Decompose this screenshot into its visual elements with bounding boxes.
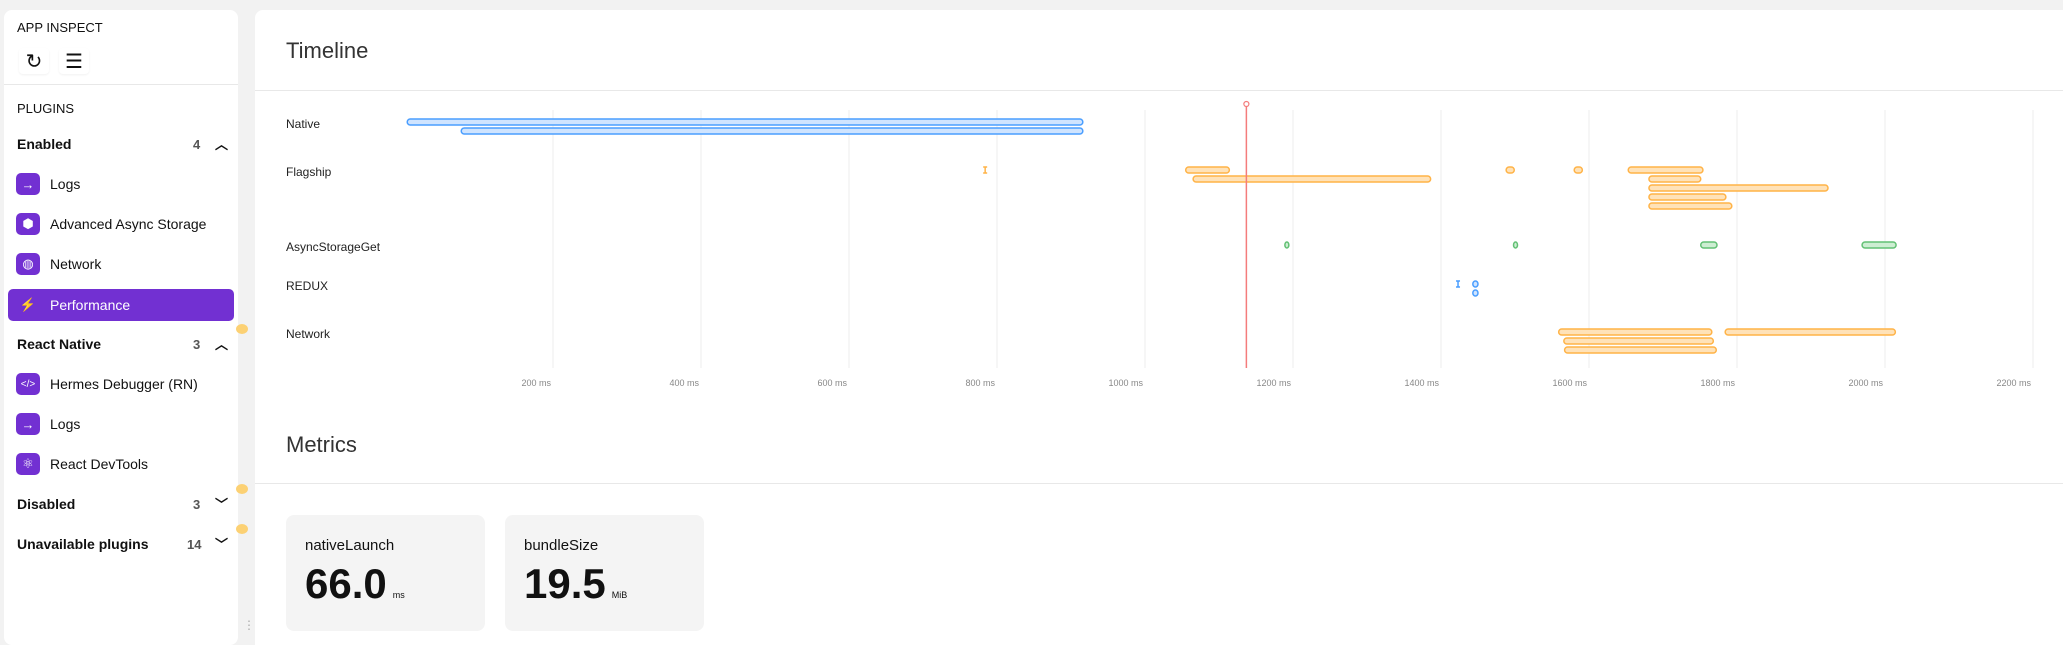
tick-label: 2200 ms bbox=[1996, 378, 2031, 388]
metric-card-bundle-size: bundleSize 19.5 MiB bbox=[505, 515, 704, 631]
lightning-icon: ⚡ bbox=[19, 297, 37, 312]
atom-icon: ⚛ bbox=[16, 453, 40, 475]
sidebar-item-hermes-debugger[interactable]: </> Hermes Debugger (RN) bbox=[8, 369, 234, 399]
tick-label: 200 ms bbox=[521, 378, 551, 388]
sidebar-item-logs[interactable]: → Logs bbox=[8, 169, 234, 199]
chevron-up-icon: ︿ bbox=[215, 337, 229, 352]
tick-label: 400 ms bbox=[669, 378, 699, 388]
span-bar bbox=[1573, 166, 1584, 174]
tick-label: 1600 ms bbox=[1552, 378, 1587, 388]
group-label: Unavailable plugins bbox=[17, 536, 149, 552]
span-bar bbox=[1861, 241, 1897, 249]
sidebar-item-label: Network bbox=[50, 256, 102, 272]
span-bar bbox=[1472, 280, 1479, 288]
span-bar bbox=[1699, 241, 1718, 249]
chevron-down-icon: ﹀ bbox=[215, 497, 229, 512]
sidebar-item-network[interactable]: ◍ Network bbox=[8, 249, 234, 279]
sidebar-item-react-devtools[interactable]: ⚛ React DevTools bbox=[8, 449, 234, 479]
metric-value: 66.0 ms bbox=[305, 560, 405, 608]
tick-label: 1000 ms bbox=[1108, 378, 1143, 388]
instant-marker bbox=[983, 166, 988, 174]
arrow-right-icon: → bbox=[16, 413, 40, 435]
chevron-up-icon: ︿ bbox=[215, 137, 229, 152]
current-time-handle bbox=[1243, 100, 1250, 108]
span-bar bbox=[1192, 175, 1432, 183]
span-bar bbox=[1563, 337, 1715, 345]
tick-label: 1200 ms bbox=[1256, 378, 1291, 388]
arrow-right-icon: → bbox=[16, 173, 40, 195]
refresh-icon: ↻ bbox=[25, 50, 43, 73]
group-count: 3 bbox=[193, 337, 201, 352]
tick-label: 1400 ms bbox=[1404, 378, 1439, 388]
span-bar bbox=[406, 118, 1084, 126]
metrics-divider bbox=[255, 483, 2063, 484]
globe-icon: ◍ bbox=[16, 253, 40, 275]
box-icon: ⬢ bbox=[16, 213, 40, 235]
group-label: Enabled bbox=[17, 136, 72, 152]
span-bar bbox=[1724, 328, 1897, 336]
group-label: Disabled bbox=[17, 496, 76, 512]
sidebar-item-performance[interactable]: ⚡ Performance bbox=[8, 289, 234, 321]
refresh-button[interactable]: ↻ bbox=[19, 48, 49, 74]
metric-number: 19.5 bbox=[524, 560, 606, 607]
span-bar bbox=[1563, 346, 1718, 354]
tick-label: 800 ms bbox=[965, 378, 995, 388]
tick-label: 2000 ms bbox=[1848, 378, 1883, 388]
span-bar bbox=[1512, 241, 1519, 249]
group-label: React Native bbox=[17, 336, 102, 352]
sidebar-item-label: Performance bbox=[50, 297, 131, 313]
app-inspect-title: APP INSPECT bbox=[17, 20, 103, 35]
tick-label: 600 ms bbox=[817, 378, 847, 388]
chevron-down-icon: ﹀ bbox=[215, 537, 229, 552]
sidebar: APP INSPECT ↻ ☰ PLUGINS Enabled 4 ︿ → Log… bbox=[4, 10, 248, 645]
notification-dot bbox=[236, 484, 248, 494]
resize-handle[interactable]: ⋮ bbox=[243, 618, 255, 632]
metric-value: 19.5 MiB bbox=[524, 560, 627, 608]
instant-marker bbox=[1456, 280, 1461, 288]
metric-name: bundleSize bbox=[524, 537, 599, 554]
code-icon: </> bbox=[16, 373, 40, 395]
sidebar-item-label: React DevTools bbox=[50, 456, 149, 472]
main-panel: Timeline Native Flagship AsyncStorageGet… bbox=[255, 10, 2063, 645]
metric-unit: MiB bbox=[611, 590, 628, 600]
metric-name: nativeLaunch bbox=[305, 537, 395, 554]
sidebar-divider bbox=[4, 84, 238, 85]
menu-icon: ☰ bbox=[65, 50, 83, 73]
group-count: 14 bbox=[187, 537, 202, 552]
span-bar bbox=[1505, 166, 1516, 174]
span-bar bbox=[1557, 328, 1713, 336]
span-bar bbox=[1472, 289, 1479, 297]
tick-label: 1800 ms bbox=[1700, 378, 1735, 388]
sidebar-item-label: Logs bbox=[50, 416, 81, 432]
sidebar-item-label: Advanced Async Storage bbox=[50, 216, 207, 232]
menu-button[interactable]: ☰ bbox=[59, 48, 89, 74]
group-react-native[interactable]: React Native 3 ︿ bbox=[17, 324, 248, 356]
sidebar-item-logs-rn[interactable]: → Logs bbox=[8, 409, 234, 439]
plugins-label: PLUGINS bbox=[17, 101, 75, 116]
sidebar-item-advanced-async-storage[interactable]: ⬢ Advanced Async Storage bbox=[8, 209, 234, 239]
span-bar bbox=[1284, 241, 1290, 249]
span-bar bbox=[1627, 166, 1704, 174]
metrics-title: Metrics bbox=[286, 432, 357, 457]
span-bar bbox=[1648, 193, 1727, 201]
metric-unit: ms bbox=[392, 590, 405, 600]
sidebar-item-label: Hermes Debugger (RN) bbox=[50, 376, 198, 392]
group-enabled[interactable]: Enabled 4 ︿ bbox=[17, 136, 232, 156]
timeline-chart[interactable]: 200 ms 400 ms 600 ms 800 ms 1000 ms 1200 ms 14… bbox=[255, 10, 2063, 410]
group-unavailable-plugins[interactable]: Unavailable plugins 14 ﹀ bbox=[17, 524, 248, 556]
span-bar bbox=[1648, 202, 1733, 210]
group-count: 3 bbox=[193, 497, 201, 512]
metric-number: 66.0 bbox=[305, 560, 387, 607]
group-disabled[interactable]: Disabled 3 ﹀ bbox=[17, 484, 248, 516]
span-bar bbox=[1648, 175, 1702, 183]
sidebar-item-label: Logs bbox=[50, 176, 81, 192]
notification-dot bbox=[236, 524, 248, 534]
notification-dot bbox=[236, 324, 248, 334]
metric-card-native-launch: nativeLaunch 66.0 ms bbox=[286, 515, 485, 631]
span-bar bbox=[460, 127, 1084, 135]
span-bar bbox=[1648, 184, 1829, 192]
group-count: 4 bbox=[193, 137, 201, 152]
span-bar bbox=[1184, 166, 1231, 174]
